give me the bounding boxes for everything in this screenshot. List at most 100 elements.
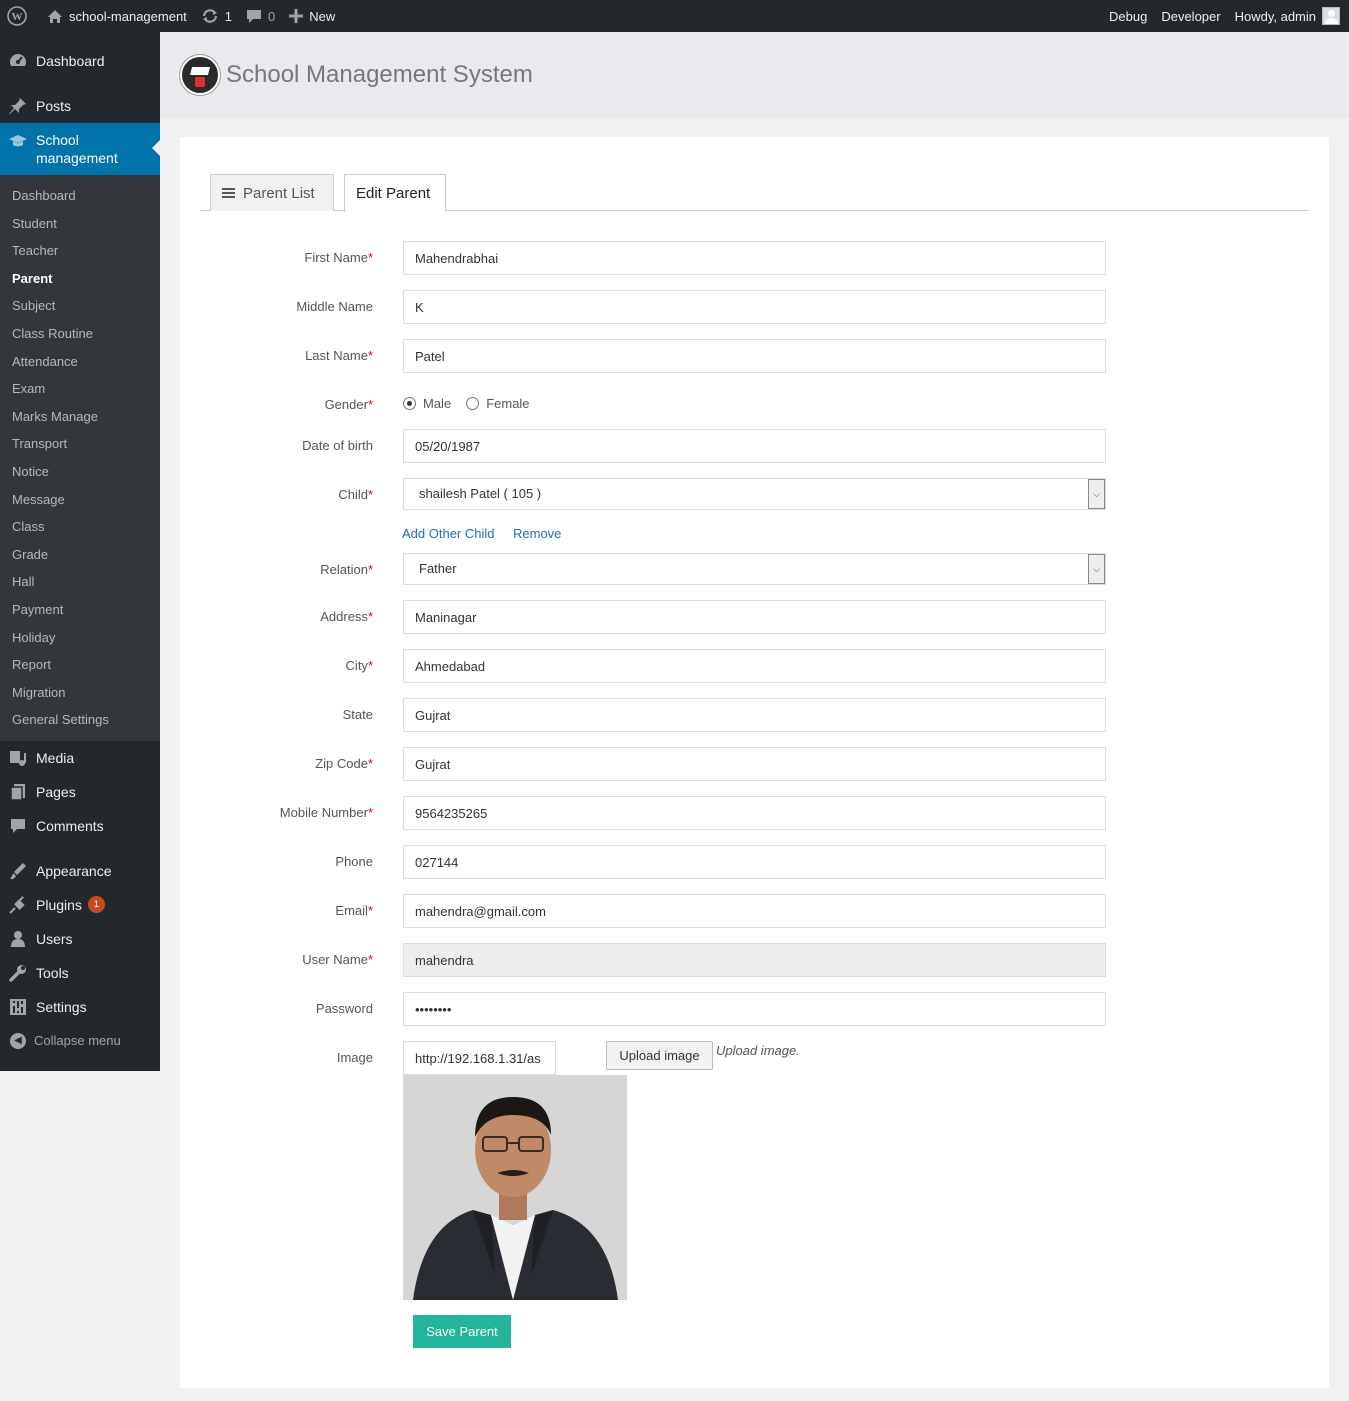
submenu-migration[interactable]: Migration	[0, 679, 160, 707]
my-account-link[interactable]: Howdy, admin	[1228, 0, 1349, 32]
image-url-input[interactable]	[403, 1041, 556, 1075]
remove-child-link[interactable]: Remove	[513, 526, 561, 541]
upload-image-button[interactable]: Upload image	[606, 1041, 713, 1070]
address-input[interactable]	[403, 600, 1106, 634]
submenu-payment[interactable]: Payment	[0, 596, 160, 624]
email-input[interactable]	[403, 894, 1106, 928]
submenu-holiday[interactable]: Holiday	[0, 624, 160, 652]
dob-input[interactable]	[403, 429, 1106, 463]
updates-link[interactable]: 1	[194, 0, 239, 32]
debug-link[interactable]: Debug	[1102, 0, 1154, 32]
submenu-grade[interactable]: Grade	[0, 541, 160, 569]
menu-pages[interactable]: Pages	[0, 775, 160, 809]
developer-label: Developer	[1161, 8, 1221, 24]
mobile-input[interactable]	[403, 796, 1106, 830]
submenu-exam[interactable]: Exam	[0, 375, 160, 403]
submenu-parent[interactable]: Parent	[0, 265, 160, 293]
submenu-general-settings[interactable]: General Settings	[0, 706, 160, 734]
address-row: Address*	[200, 600, 1309, 634]
menu-plugins[interactable]: Plugins 1	[0, 888, 160, 922]
menu-users[interactable]: Users	[0, 922, 160, 956]
chevron-down-icon: ⌵	[1088, 554, 1105, 584]
state-input[interactable]	[403, 698, 1106, 732]
submenu-marks-manage[interactable]: Marks Manage	[0, 403, 160, 431]
menu-media[interactable]: Media	[0, 741, 160, 775]
main-panel: Parent List Edit Parent First Name* Midd…	[180, 137, 1329, 1388]
menu-school-management[interactable]: School management	[0, 123, 160, 175]
pages-icon	[8, 782, 28, 802]
password-input[interactable]	[403, 992, 1106, 1026]
dob-row: Date of birth	[200, 429, 1309, 463]
submenu-class[interactable]: Class	[0, 513, 160, 541]
refresh-icon	[201, 8, 219, 24]
submenu-teacher[interactable]: Teacher	[0, 237, 160, 265]
wordpress-logo[interactable]: W	[0, 0, 40, 32]
submenu-student[interactable]: Student	[0, 210, 160, 238]
home-icon	[47, 9, 63, 24]
submenu-transport[interactable]: Transport	[0, 430, 160, 458]
address-label: Address*	[320, 609, 373, 624]
first-name-input[interactable]	[403, 241, 1106, 275]
app-title: School Management System	[226, 61, 533, 88]
relation-select-value: Father	[419, 561, 457, 576]
submenu-notice[interactable]: Notice	[0, 458, 160, 486]
add-other-child-link[interactable]: Add Other Child	[402, 526, 495, 541]
gender-female-radio[interactable]	[466, 397, 480, 410]
middle-name-input[interactable]	[403, 290, 1106, 324]
settings-icon	[8, 997, 28, 1017]
submenu-dashboard[interactable]: Dashboard	[0, 182, 160, 210]
username-input	[403, 943, 1106, 977]
relation-select[interactable]: Father ⌵	[403, 553, 1106, 585]
gender-male-radio[interactable]	[403, 397, 416, 410]
tab-parent-list[interactable]: Parent List	[210, 174, 334, 211]
relation-row: Relation* Father ⌵	[200, 553, 1309, 587]
image-row: Image Upload image Upload image.	[200, 1041, 1309, 1075]
submenu-message[interactable]: Message	[0, 486, 160, 514]
upload-image-note: Upload image.	[716, 1043, 800, 1058]
menu-settings[interactable]: Settings	[0, 990, 160, 1024]
zip-row: Zip Code*	[200, 747, 1309, 781]
submenu-class-routine[interactable]: Class Routine	[0, 320, 160, 348]
collapse-menu[interactable]: ◀ Collapse menu	[0, 1024, 160, 1058]
gender-male-label: Male	[423, 396, 452, 411]
plus-icon	[289, 9, 304, 23]
menu-tools[interactable]: Tools	[0, 956, 160, 990]
menu-appearance[interactable]: Appearance	[0, 854, 160, 888]
chevron-down-icon: ⌵	[1088, 479, 1105, 509]
dob-label: Date of birth	[302, 438, 373, 453]
submenu-hall[interactable]: Hall	[0, 568, 160, 596]
gender-row: Gender* Male Female	[200, 388, 1309, 422]
site-name-link[interactable]: school-management	[40, 0, 194, 32]
menu-comments[interactable]: Comments	[0, 809, 160, 843]
avatar	[1322, 7, 1340, 25]
graduation-cap-icon	[8, 131, 28, 151]
middle-name-label: Middle Name	[296, 299, 373, 314]
child-row: Child* shailesh Patel ( 105 ) ⌵	[200, 478, 1309, 512]
menu-posts[interactable]: Posts	[0, 89, 160, 123]
howdy-label: Howdy, admin	[1234, 8, 1316, 24]
last-name-input[interactable]	[403, 339, 1106, 373]
save-parent-button[interactable]: Save Parent	[413, 1315, 511, 1348]
new-content-link[interactable]: New	[282, 0, 342, 32]
school-submenu: Dashboard Student Teacher Parent Subject…	[0, 175, 160, 741]
child-label: Child*	[338, 487, 373, 502]
zip-input[interactable]	[403, 747, 1106, 781]
debug-label: Debug	[1109, 8, 1148, 24]
city-input[interactable]	[403, 649, 1106, 683]
phone-input[interactable]	[403, 845, 1106, 879]
developer-link[interactable]: Developer	[1154, 0, 1227, 32]
last-name-label: Last Name*	[305, 348, 373, 363]
submenu-report[interactable]: Report	[0, 651, 160, 679]
menu-dashboard[interactable]: Dashboard	[0, 44, 160, 78]
appearance-icon	[8, 861, 28, 881]
image-label: Image	[336, 1050, 373, 1065]
svg-text:W: W	[12, 11, 23, 23]
menu-plugins-label: Plugins	[36, 896, 82, 913]
comments-link[interactable]: 0	[239, 0, 282, 32]
gender-label: Gender*	[324, 397, 373, 412]
child-select[interactable]: shailesh Patel ( 105 ) ⌵	[403, 478, 1106, 510]
child-select-value: shailesh Patel ( 105 )	[419, 486, 542, 501]
submenu-attendance[interactable]: Attendance	[0, 348, 160, 376]
tab-edit-parent[interactable]: Edit Parent	[344, 174, 446, 212]
submenu-subject[interactable]: Subject	[0, 292, 160, 320]
